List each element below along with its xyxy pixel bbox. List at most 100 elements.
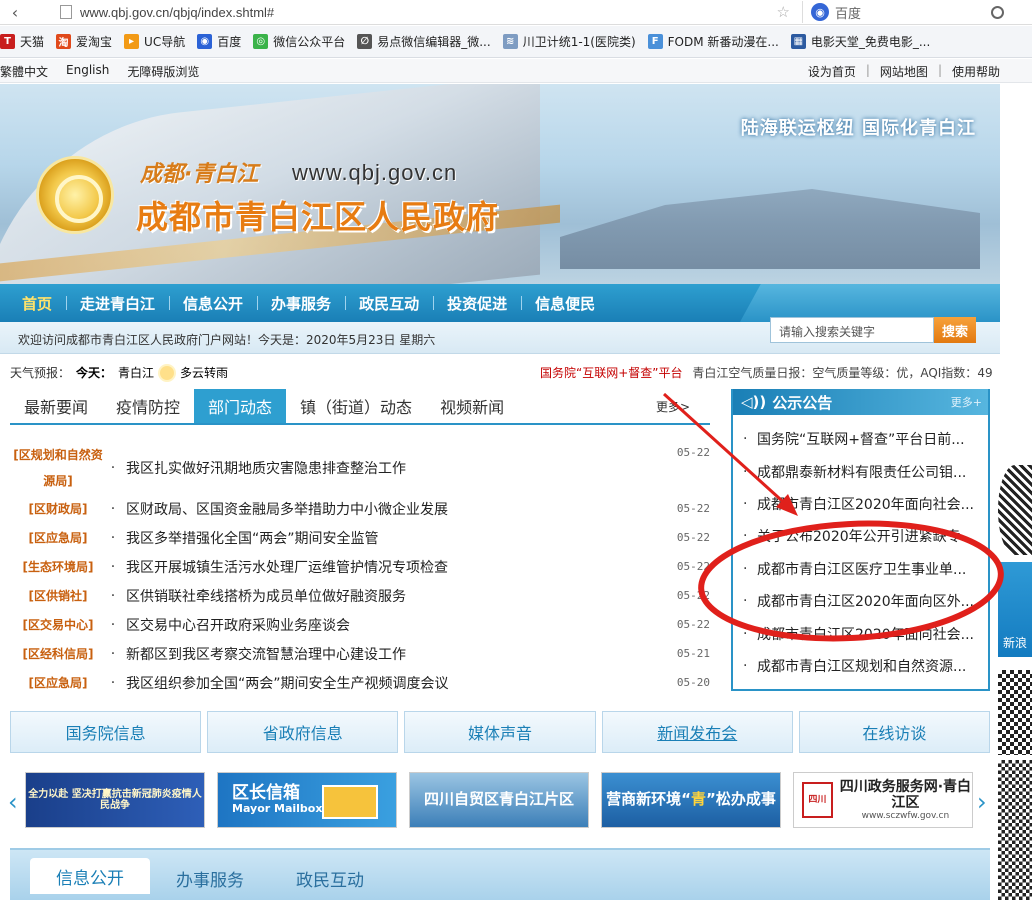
news-category[interactable]: [区供销社] (10, 583, 106, 609)
nav-item-convenience[interactable]: 信息便民 (521, 293, 609, 314)
english-link[interactable]: English (66, 63, 109, 80)
help-link[interactable]: 使用帮助 (952, 63, 1000, 80)
search-button[interactable]: 搜索 (934, 317, 976, 343)
news-category[interactable]: [生态环境局] (10, 554, 106, 580)
news-date: 05-22 (676, 618, 710, 631)
government-logo[interactable] (36, 156, 114, 234)
nav-item-services[interactable]: 办事服务 (257, 293, 345, 314)
announcement-link[interactable]: 国务院“互联网+督查”平台日前... (757, 429, 979, 449)
announcement-link[interactable]: 成都市青白江区2020年面向社会... (757, 494, 979, 514)
search-input[interactable]: 请输入搜索关键字 (770, 317, 934, 343)
bookmark-item[interactable]: ▸ UC导航 (124, 33, 185, 50)
nav-item-investment[interactable]: 投资促进 (433, 293, 521, 314)
bookmark-item[interactable]: ◉ 百度 (197, 33, 241, 50)
announcement-link[interactable]: 成都鼎泰新材料有限责任公司钼... (757, 462, 979, 482)
list-item[interactable]: [区规划和自然资源局] · 我区扎实做好汛期地质灾害隐患排查整治工作 05-22 (10, 442, 710, 494)
bookmark-item[interactable]: F FODM 新番动漫在... (647, 33, 779, 50)
nav-item-about[interactable]: 走进青白江 (66, 293, 169, 314)
list-item[interactable]: · 关于公布2020年公开引进紧缺专... (743, 520, 982, 552)
set-homepage-link[interactable]: 设为首页 (808, 63, 856, 80)
list-item[interactable]: [区供销社] · 区供销联社牵线搭桥为成员单位做好融资服务 05-22 (10, 581, 711, 610)
weibo-widget[interactable]: 新浪 (998, 562, 1032, 657)
tab-services[interactable]: 办事服务 (150, 862, 270, 894)
news-title[interactable]: 我区扎实做好汛期地质灾害隐患排查整治工作 (120, 458, 670, 478)
tab-towns[interactable]: 镇（街道）动态 (286, 389, 426, 423)
list-item[interactable]: [区应急局] · 我区多举措强化全国“两会”期间安全监管 05-22 (10, 523, 711, 552)
nav-item-interaction[interactable]: 政民互动 (345, 293, 433, 314)
tab-interaction[interactable]: 政民互动 (270, 862, 390, 894)
traditional-chinese-link[interactable]: 繁體中文 (0, 63, 48, 80)
back-icon[interactable]: ‹ (0, 3, 30, 22)
announcement-link[interactable]: 成都市青白江区医疗卫生事业单... (757, 559, 979, 579)
list-item[interactable]: · 国务院“互联网+督查”平台日前... (743, 423, 982, 455)
tab-latest-news[interactable]: 最新要闻 (10, 389, 102, 423)
list-item[interactable]: · 成都市青白江区2020年面向社会... (743, 617, 982, 649)
list-item[interactable]: [区经科信局] · 新都区到我区考察交流智慧治理中心建设工作 05-21 (10, 639, 711, 668)
browser-search-box[interactable]: ◉ 百度 (802, 1, 1012, 23)
list-item[interactable]: [生态环境局] · 我区开展城镇生活污水处理厂运维管护情况专项检查 05-22 (10, 552, 711, 581)
list-item[interactable]: · 成都市青白江区2020年面向社会... (743, 488, 982, 520)
media-voice-button[interactable]: 媒体声音 (404, 711, 596, 753)
announcement-link[interactable]: 成都市青白江区2020年面向社会... (757, 624, 979, 644)
tab-epidemic[interactable]: 疫情防控 (102, 389, 194, 423)
list-item[interactable]: · 成都市青白江区医疗卫生事业单... (743, 553, 982, 585)
list-item[interactable]: · 成都市青白江区规划和自然资源... (743, 650, 982, 682)
news-title[interactable]: 区财政局、区国资金融局多举措助力中小微企业发展 (120, 499, 670, 519)
chevron-right-icon[interactable]: › (977, 788, 987, 816)
list-item[interactable]: [区交易中心] · 区交易中心召开政府采购业务座谈会 05-22 (10, 610, 711, 639)
news-category[interactable]: [区财政局] (10, 496, 106, 522)
search-icon[interactable] (991, 5, 1004, 19)
news-title[interactable]: 我区组织参加全国“两会”期间安全生产视频调度会议 (120, 673, 670, 693)
news-category[interactable]: [区交易中心] (10, 612, 106, 638)
press-conference-button[interactable]: 新闻发布会 (601, 711, 793, 753)
list-item[interactable]: · 成都市青白江区2020年面向区外... (743, 585, 982, 617)
news-title[interactable]: 我区开展城镇生活污水处理厂运维管护情况专项检查 (120, 557, 670, 577)
utility-bar: 繁體中文 English 无障碍版浏览 设为首页 | 网站地图 | 使用帮助 (0, 59, 1032, 83)
sitemap-link[interactable]: 网站地图 (880, 63, 928, 80)
news-title[interactable]: 我区多举措强化全国“两会”期间安全监管 (120, 528, 670, 548)
tab-info-public[interactable]: 信息公开 (30, 858, 150, 894)
list-item[interactable]: [区财政局] · 区财政局、区国资金融局多举措助力中小微企业发展 05-22 (10, 494, 711, 523)
provincial-info-button[interactable]: 省政府信息 (207, 711, 399, 753)
announcement-link[interactable]: 成都市青白江区2020年面向区外... (757, 591, 979, 611)
nav-item-home[interactable]: 首页 (8, 293, 66, 314)
bookmark-item[interactable]: 淘爱淘宝 (56, 33, 112, 50)
tab-department[interactable]: 部门动态 (194, 389, 287, 423)
news-category[interactable]: [区经科信局] (10, 641, 106, 667)
news-title[interactable]: 区供销联社牵线搭桥为成员单位做好融资服务 (120, 586, 670, 606)
url-field[interactable]: www.qbj.gov.cn/qbjq/index.shtml# ☆ (30, 2, 790, 22)
news-category[interactable]: [区应急局] (10, 525, 106, 551)
qr-code-widget[interactable] (998, 465, 1032, 555)
news-title[interactable]: 区交易中心召开政府采购业务座谈会 (120, 615, 670, 635)
star-icon[interactable]: ☆ (777, 3, 790, 21)
chevron-left-icon[interactable]: ‹ (8, 788, 18, 816)
accessible-link[interactable]: 无障碍版浏览 (127, 63, 199, 80)
bookmark-item[interactable]: ∅ 易点微信编辑器_微... (357, 33, 491, 50)
bookmark-item[interactable]: ≋ 川卫计统1-1(医院类) (502, 33, 636, 50)
bookmark-item[interactable]: T 天猫 (0, 33, 44, 50)
news-category[interactable]: [区规划和自然资源局] (10, 442, 106, 494)
announcement-link[interactable]: 关于公布2020年公开引进紧缺专... (757, 526, 979, 546)
carousel-slide-mayor-mailbox[interactable]: 区长信箱 Mayor Mailbox (217, 772, 397, 828)
supervision-link[interactable]: 国务院“互联网+督查”平台 (540, 366, 683, 380)
state-council-info-button[interactable]: 国务院信息 (10, 711, 202, 753)
news-title[interactable]: 新都区到我区考察交流智慧治理中心建设工作 (120, 644, 670, 664)
carousel-slide-gov-service[interactable]: 四川 四川政务服务网·青白江区 www.sczwfw.gov.cn (793, 772, 973, 828)
news-more-link[interactable]: 更多> (656, 398, 690, 415)
announcement-link[interactable]: 成都市青白江区规划和自然资源... (757, 656, 979, 676)
list-item[interactable]: [区应急局] · 我区组织参加全国“两会”期间安全生产视频调度会议 05-20 (10, 668, 711, 697)
qr-code-widget[interactable] (998, 670, 1032, 755)
list-item[interactable]: · 成都鼎泰新材料有限责任公司钼... (743, 455, 982, 487)
carousel-slide-business[interactable]: 营商新环境“ 青 ”松办成事 (601, 772, 781, 828)
tmall-icon: T (0, 34, 15, 49)
nav-item-info-public[interactable]: 信息公开 (169, 293, 257, 314)
online-interview-button[interactable]: 在线访谈 (798, 711, 991, 753)
bookmark-item[interactable]: ▦ 电影天堂_免费电影_... (790, 33, 930, 50)
carousel-slide-epidemic[interactable]: 全力以赴 坚决打赢抗击新冠肺炎疫情人民战争 (25, 772, 205, 828)
bookmark-item[interactable]: ◎ 微信公众平台 (253, 33, 345, 50)
announcement-more-link[interactable]: 更多+ (951, 394, 982, 410)
carousel-slide-ftz[interactable]: 四川自贸区青白江片区 (409, 772, 589, 828)
tab-video[interactable]: 视频新闻 (426, 389, 518, 423)
news-category[interactable]: [区应急局] (10, 670, 106, 696)
qr-code-widget[interactable] (998, 760, 1032, 900)
